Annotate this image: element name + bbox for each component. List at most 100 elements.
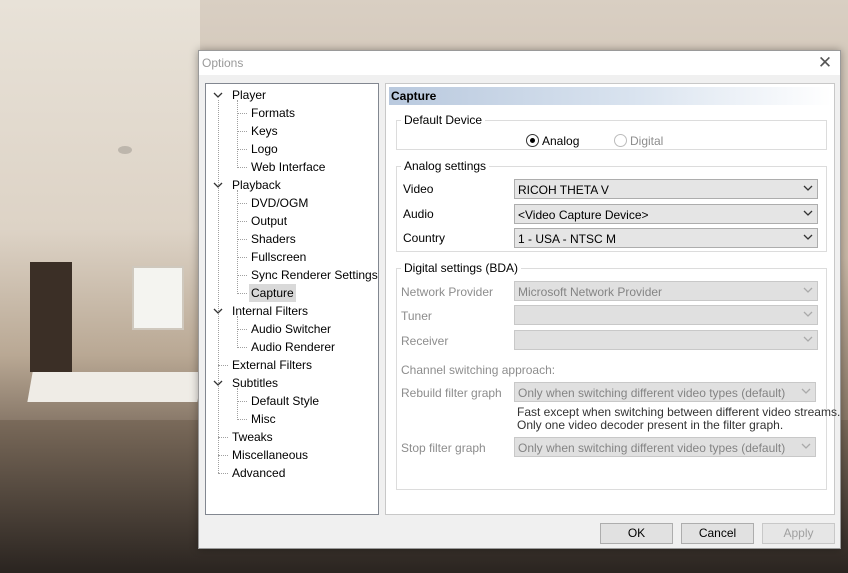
rebuild-filter-label: Rebuild filter graph [401,386,502,400]
tree-item-keys[interactable]: Keys [249,122,280,140]
tree-connector [237,190,238,294]
country-select[interactable]: 1 - USA - NTSC M [514,228,818,248]
background-window [132,266,184,330]
audio-select-value: <Video Capture Device> [518,208,649,222]
tree-connector [237,239,247,240]
audio-label: Audio [403,207,434,221]
tree-connector [237,100,238,168]
channel-switching-label: Channel switching approach: [401,363,556,377]
chevron-down-icon[interactable] [213,306,223,316]
background-table [27,372,203,402]
ok-button[interactable]: OK [600,523,673,544]
tree-connector [218,100,219,473]
tree-item-external-filters[interactable]: External Filters [230,356,314,374]
tree-connector [237,113,247,114]
options-dialog: Options ✕ Player Formats Keys Logo Web Inter… [198,50,841,549]
rebuild-filter-value: Only when switching different video type… [518,386,786,400]
tree-connector [237,293,247,294]
chevron-down-icon[interactable] [213,180,223,190]
rebuild-hint-line-1: Fast except when switching between diffe… [517,405,841,419]
receiver-select [514,330,818,350]
chevron-down-icon [801,388,811,394]
tree-item-misc[interactable]: Misc [249,410,278,428]
tree-connector [218,455,228,456]
tuner-label: Tuner [401,309,432,323]
tree-item-fullscreen[interactable]: Fullscreen [249,248,308,266]
cancel-button[interactable]: Cancel [681,523,754,544]
tree-connector [218,437,228,438]
receiver-label: Receiver [401,334,449,348]
video-select-value: RICOH THETA V [518,183,609,197]
tree-item-miscellaneous[interactable]: Miscellaneous [230,446,310,464]
tree-connector [218,473,228,474]
network-provider-select: Microsoft Network Provider [514,281,818,301]
panel-title: Capture [391,89,437,103]
stop-filter-value: Only when switching different video type… [518,441,786,455]
tree-item-audio-switcher[interactable]: Audio Switcher [249,320,333,338]
tree-connector [237,347,247,348]
audio-select[interactable]: <Video Capture Device> [514,204,818,224]
chevron-down-icon [803,185,813,191]
network-provider-label: Network Provider [401,285,494,299]
chevron-down-icon[interactable] [213,378,223,388]
tree-item-shaders[interactable]: Shaders [249,230,298,248]
tree-connector [237,149,247,150]
rebuild-filter-select: Only when switching different video type… [514,382,816,402]
tree-item-formats[interactable]: Formats [249,104,297,122]
tree-connector [237,221,247,222]
options-tree[interactable]: Player Formats Keys Logo Web Interface Playba… [205,83,379,515]
digital-radio-label: Digital [630,134,664,148]
chevron-down-icon[interactable] [213,90,223,100]
tree-connector [237,131,247,132]
tree-connector [237,275,247,276]
tree-item-internal-filters[interactable]: Internal Filters [230,302,310,320]
tree-item-audio-renderer[interactable]: Audio Renderer [249,338,337,356]
network-provider-value: Microsoft Network Provider [518,285,663,299]
tree-item-default-style[interactable]: Default Style [249,392,321,410]
video-select[interactable]: RICOH THETA V [514,179,818,199]
country-label: Country [403,231,446,245]
close-button[interactable]: ✕ [810,51,840,75]
chevron-down-icon [803,210,813,216]
video-label: Video [403,182,434,196]
chevron-down-icon [803,311,813,317]
tree-item-capture[interactable]: Capture [249,284,296,302]
tree-item-player[interactable]: Player [230,86,268,104]
tree-item-tweaks[interactable]: Tweaks [230,428,275,446]
analog-settings-label: Analog settings [401,159,490,173]
capture-panel: Capture Default Device Analog Digital An… [385,83,840,515]
digital-radio [614,134,627,147]
country-select-value: 1 - USA - NTSC M [518,232,617,246]
tree-connector [218,365,228,366]
tree-item-sync-renderer-settings[interactable]: Sync Renderer Settings [249,266,378,284]
tree-item-output[interactable]: Output [249,212,289,230]
tree-connector [237,167,247,168]
tree-connector [237,329,247,330]
ceiling-light [118,146,132,154]
apply-button: Apply [762,523,835,544]
window-title: Options [202,56,244,70]
panel-header: Capture [389,87,832,105]
chevron-down-icon [803,336,813,342]
tree-item-dvd-ogm[interactable]: DVD/OGM [249,194,310,212]
tree-connector [237,401,247,402]
tree-item-web-interface[interactable]: Web Interface [249,158,327,176]
analog-radio[interactable] [526,134,539,147]
stop-filter-select: Only when switching different video type… [514,437,816,457]
digital-settings-label: Digital settings (BDA) [401,261,522,275]
tree-connector [237,203,247,204]
close-icon: ✕ [817,53,833,72]
tree-item-logo[interactable]: Logo [249,140,280,158]
chevron-down-icon [803,234,813,240]
tree-connector [237,316,238,348]
tree-connector [237,257,247,258]
tree-connector [237,419,247,420]
rebuild-hint-line-2: Only one video decoder present in the fi… [517,418,784,432]
title-bar[interactable]: Options ✕ [199,51,840,75]
tree-item-advanced[interactable]: Advanced [230,464,287,482]
background-shelf [30,262,72,372]
tuner-select [514,305,818,325]
chevron-down-icon [801,443,811,449]
tree-connector [237,388,238,420]
analog-radio-label[interactable]: Analog [542,134,579,148]
